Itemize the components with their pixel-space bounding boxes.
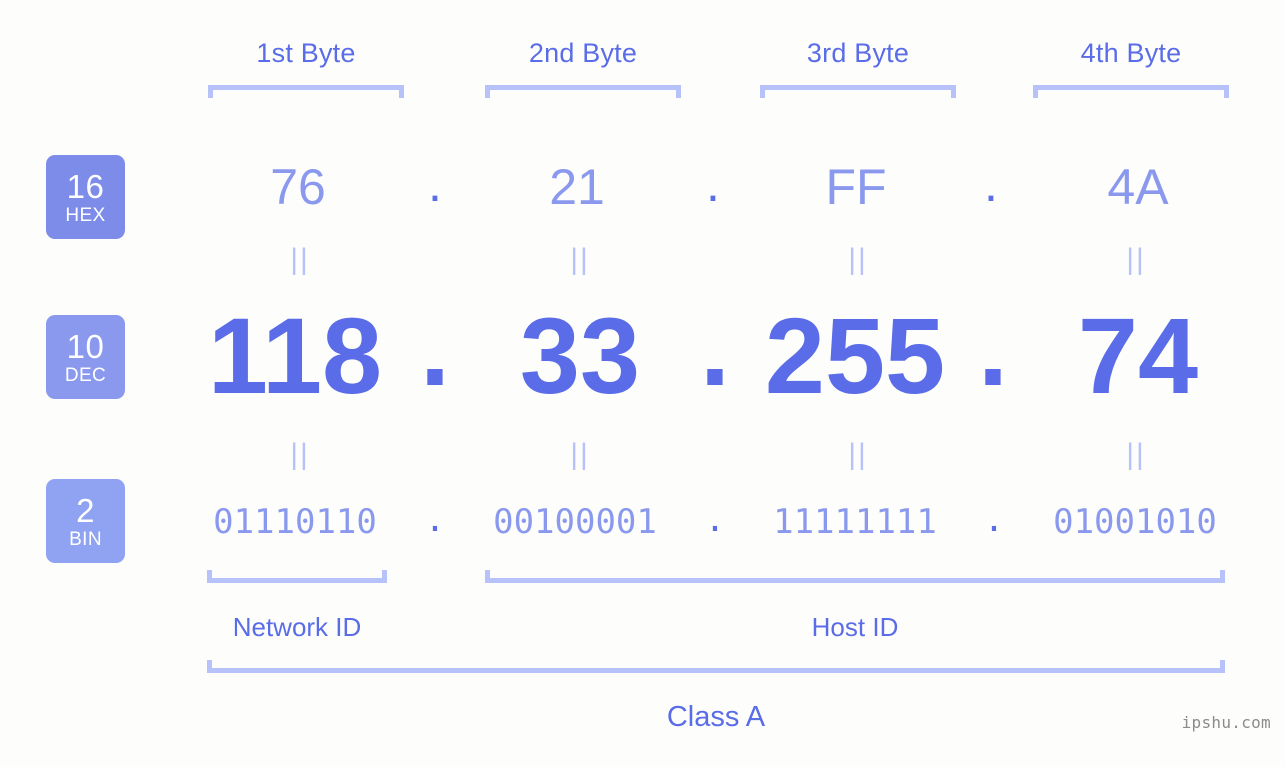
equals-mark-hex-dec-4: || [1126,243,1146,276]
dec-byte-4: 74 [1077,295,1199,416]
radix-badge-hex-label: HEX [65,204,106,226]
radix-badge-bin: 2 BIN [46,479,125,563]
equals-mark-hex-dec-2: || [570,243,590,276]
radix-badge-dec-number: 10 [66,327,105,365]
radix-badge-hex-number: 16 [66,167,105,205]
host-id-label: Host ID [811,612,899,642]
byte-header-4: 4th Byte [1080,38,1182,68]
host-id-bracket [485,570,1225,583]
bin-byte-4: 01001010 [1053,502,1217,542]
bin-byte-2: 00100001 [493,502,657,542]
dec-byte-3: 255 [764,295,946,416]
radix-badge-bin-label: BIN [69,528,102,550]
hex-separator-2: . [706,156,720,212]
bin-separator-1: . [424,500,446,540]
byte-bracket-1 [208,85,404,98]
byte-bracket-2 [485,85,681,98]
hex-separator-1: . [428,156,442,212]
bin-separator-3: . [983,500,1005,540]
byte-header-2: 2nd Byte [528,38,638,68]
byte-header-1: 1st Byte [256,38,356,68]
dec-byte-1: 118 [207,295,383,416]
network-id-label: Network ID [232,612,362,642]
network-id-bracket [207,570,387,583]
site-watermark: ipshu.com [1181,713,1271,732]
byte-bracket-4 [1033,85,1229,98]
hex-byte-2: 21 [549,159,605,215]
byte-header-3: 3rd Byte [806,38,910,68]
hex-byte-1: 76 [270,159,326,215]
bin-byte-1: 01110110 [213,502,377,542]
radix-badge-dec-label: DEC [64,364,107,386]
class-label: Class A [666,701,766,733]
hex-separator-3: . [984,156,998,212]
equals-mark-hex-dec-1: || [290,243,310,276]
byte-bracket-3 [760,85,956,98]
dec-separator-1: . [419,287,450,408]
equals-mark-dec-bin-4: || [1126,438,1146,471]
hex-byte-4: 4A [1107,159,1169,215]
radix-badge-dec: 10 DEC [46,315,125,399]
ip-address-breakdown-diagram: 1st Byte 2nd Byte 3rd Byte 4th Byte 16 H… [0,0,1285,767]
dec-byte-2: 33 [519,295,641,416]
bin-byte-3: 11111111 [773,502,937,542]
hex-byte-3: FF [825,159,887,215]
equals-mark-dec-bin-3: || [848,438,868,471]
dec-separator-2: . [699,287,730,408]
radix-badge-bin-number: 2 [76,491,95,529]
bin-separator-2: . [704,500,726,540]
radix-badge-hex: 16 HEX [46,155,125,239]
equals-mark-dec-bin-1: || [290,438,310,471]
equals-mark-hex-dec-3: || [848,243,868,276]
class-bracket [207,660,1225,673]
equals-mark-dec-bin-2: || [570,438,590,471]
dec-separator-3: . [977,287,1008,408]
